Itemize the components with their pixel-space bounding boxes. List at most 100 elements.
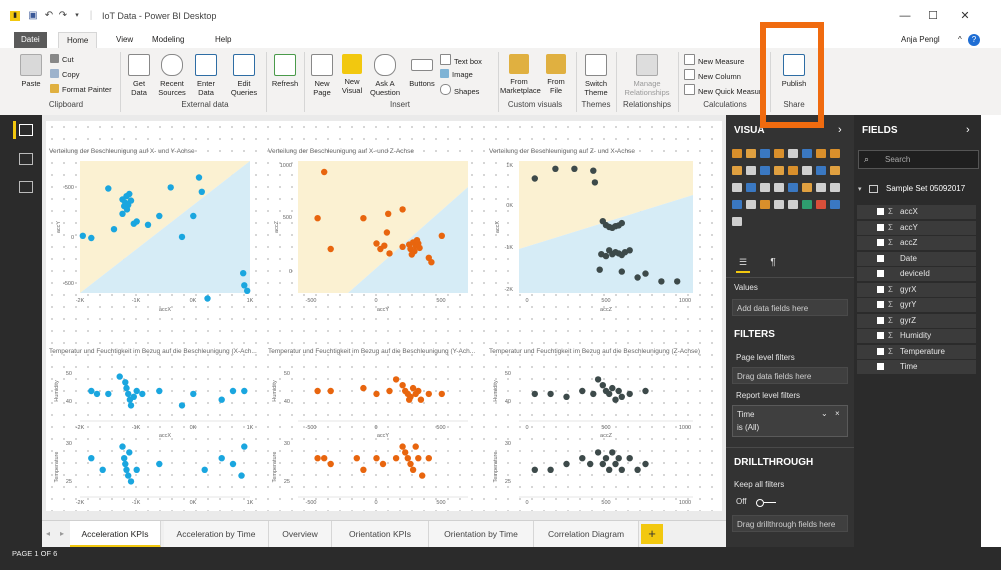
tab-view[interactable]: View xyxy=(108,32,141,48)
data-point[interactable] xyxy=(127,197,135,204)
fields-search-input[interactable]: ⌕ Search xyxy=(858,150,979,169)
visual-type-icon[interactable] xyxy=(760,166,770,175)
model-view-icon[interactable] xyxy=(19,181,33,193)
temperature-point[interactable] xyxy=(127,478,135,485)
temperature-point[interactable] xyxy=(229,460,237,468)
tab-modeling[interactable]: Modeling xyxy=(144,32,192,48)
temperature-point[interactable] xyxy=(314,455,321,462)
temperature-point[interactable] xyxy=(88,455,95,462)
page-tab-overview[interactable]: Overview xyxy=(269,521,332,547)
visual-type-icon[interactable] xyxy=(732,183,742,192)
humidity-point[interactable] xyxy=(594,376,602,383)
field-item-humidity[interactable]: Σ Humidity xyxy=(857,329,976,343)
get-data-button[interactable]: Get Data xyxy=(126,54,152,97)
temperature-point[interactable] xyxy=(126,449,133,456)
temperature-point[interactable] xyxy=(123,466,130,473)
data-point[interactable] xyxy=(591,179,599,186)
humidity-point[interactable] xyxy=(133,387,140,395)
humidity-point[interactable] xyxy=(241,387,248,395)
data-point[interactable] xyxy=(244,287,251,294)
temperature-point[interactable] xyxy=(419,472,426,479)
data-point[interactable] xyxy=(590,167,597,174)
from-marketplace-button[interactable]: From Marketplace xyxy=(500,54,541,95)
paint-roller-icon[interactable]: ¶ xyxy=(766,257,780,271)
data-point[interactable] xyxy=(167,184,174,191)
temperature-point[interactable] xyxy=(238,472,245,479)
visual-type-icon[interactable] xyxy=(746,149,756,158)
temperature-point[interactable] xyxy=(587,460,594,468)
text-box-button[interactable]: Text box xyxy=(440,54,482,67)
temperature-point[interactable] xyxy=(563,460,570,468)
humidity-point[interactable] xyxy=(373,390,380,398)
from-file-button[interactable]: From File xyxy=(542,54,570,95)
humidity-point[interactable] xyxy=(327,387,334,395)
refresh-button[interactable]: Refresh xyxy=(270,54,300,88)
visual-type-icon[interactable] xyxy=(746,183,756,192)
field-item-deviceid[interactable]: deviceId xyxy=(857,267,976,281)
image-button[interactable]: Image xyxy=(440,69,473,80)
data-point[interactable] xyxy=(552,165,559,172)
table-expand-icon[interactable]: ▾ xyxy=(858,185,862,193)
data-point[interactable] xyxy=(241,282,248,289)
humidity-point[interactable] xyxy=(360,384,367,392)
temperature-point[interactable] xyxy=(218,455,225,462)
cut-button[interactable]: Cut xyxy=(50,54,74,65)
humidity-point[interactable] xyxy=(190,390,197,398)
visual-type-icon[interactable] xyxy=(760,183,770,192)
page-tab-acceleration-by-time[interactable]: Acceleration by Time xyxy=(164,521,269,547)
humidity-point[interactable] xyxy=(415,387,422,395)
humidity-point[interactable] xyxy=(130,393,137,400)
data-view-icon[interactable] xyxy=(19,153,33,165)
visual-type-icon[interactable] xyxy=(774,149,784,158)
temperature-point[interactable] xyxy=(547,466,554,473)
data-point[interactable] xyxy=(240,270,247,277)
scroll-left-icon[interactable]: ◂ xyxy=(46,529,50,538)
redo-icon[interactable]: ↷ xyxy=(58,11,68,21)
humidity-point[interactable] xyxy=(547,390,554,398)
shapes-button[interactable]: Shapes xyxy=(440,84,479,97)
data-point[interactable] xyxy=(110,226,118,233)
field-checkbox[interactable] xyxy=(877,301,884,308)
data-point[interactable] xyxy=(178,233,186,241)
temperature-point[interactable] xyxy=(415,455,422,462)
temperature-point[interactable] xyxy=(579,455,586,462)
humidity-point[interactable] xyxy=(606,390,613,398)
visual-type-icon[interactable] xyxy=(774,200,784,209)
data-point[interactable] xyxy=(360,215,367,222)
help-icon[interactable]: ? xyxy=(968,34,980,46)
data-point[interactable] xyxy=(438,232,445,239)
data-point[interactable] xyxy=(144,221,152,228)
data-point[interactable] xyxy=(674,278,681,285)
keep-filters-toggle[interactable] xyxy=(756,499,776,507)
field-checkbox[interactable] xyxy=(877,347,884,355)
field-checkbox[interactable] xyxy=(877,254,884,262)
visual-type-icon[interactable] xyxy=(830,200,840,209)
humidity-point[interactable] xyxy=(314,387,321,395)
page-tab-correlation-diagram[interactable]: Correlation Diagram xyxy=(534,521,639,547)
data-point[interactable] xyxy=(373,240,380,247)
visual-type-icon[interactable] xyxy=(830,166,840,175)
close-button[interactable]: ✕ xyxy=(952,8,978,24)
humidity-point[interactable] xyxy=(563,393,570,400)
field-checkbox[interactable] xyxy=(877,363,884,370)
humidity-point[interactable] xyxy=(417,396,425,403)
drillthrough-drop-zone[interactable]: Drag drillthrough fields here xyxy=(732,515,848,532)
humidity-point[interactable] xyxy=(392,376,400,383)
recent-sources-button[interactable]: Recent Sources xyxy=(155,54,189,97)
scatter-xy[interactable]: 500 0 -500 -2K -1K 0K 1K accX accY xyxy=(50,157,254,313)
data-point[interactable] xyxy=(626,247,633,254)
visual-type-icon[interactable] xyxy=(746,200,756,209)
page-tab-acceleration-kpis[interactable]: Acceleration KPIs xyxy=(70,521,161,548)
visual-type-icon[interactable] xyxy=(830,183,840,192)
data-point[interactable] xyxy=(596,266,603,273)
visual-type-icon[interactable] xyxy=(830,149,840,158)
humidity-point[interactable] xyxy=(127,402,135,409)
data-point[interactable] xyxy=(383,229,391,236)
data-point[interactable] xyxy=(408,251,415,258)
temperature-point[interactable] xyxy=(133,466,140,473)
data-point[interactable] xyxy=(190,212,197,220)
humidity-point[interactable] xyxy=(590,390,597,398)
new-quick-measure-button[interactable]: New Quick Measure xyxy=(684,84,764,97)
visual-type-icon[interactable] xyxy=(788,149,798,158)
data-point[interactable] xyxy=(413,237,421,244)
